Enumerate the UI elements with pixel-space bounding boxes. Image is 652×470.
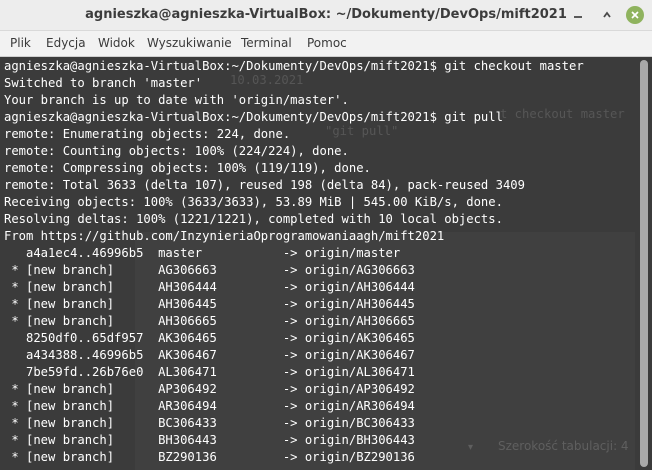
terminal-line: a4a1ec4..46996b5 master -> origin/master xyxy=(4,246,401,260)
terminal-line: remote: Counting objects: 100% (224/224)… xyxy=(4,144,349,158)
menu-wyszukiwanie[interactable]: Wyszukiwanie xyxy=(147,36,232,50)
menu-widok[interactable]: Widok xyxy=(98,36,135,50)
window-title: agnieszka@agnieszka-VirtualBox: ~/Dokume… xyxy=(85,7,567,22)
terminal-area[interactable]: 10.03.2021 t checkout master "git pull" … xyxy=(0,57,652,470)
terminal-line: 8250df0..65df957 AK306465 -> origin/AK30… xyxy=(4,331,415,345)
terminal-line: * [new branch] AH306445 -> origin/AH3064… xyxy=(4,297,415,311)
terminal-line: * [new branch] AH306665 -> origin/AH3066… xyxy=(4,314,415,328)
menu-edycja[interactable]: Edycja xyxy=(46,36,86,50)
menu-terminal[interactable]: Terminal xyxy=(241,36,292,50)
terminal-line: Resolving deltas: 100% (1221/1221), comp… xyxy=(4,212,503,226)
terminal-line: * [new branch] BZ290136 -> origin/BZ2901… xyxy=(4,450,415,464)
minimize-button[interactable] xyxy=(569,6,587,24)
terminal-window: agnieszka@agnieszka-VirtualBox: ~/Dokume… xyxy=(0,0,652,470)
minimize-icon xyxy=(574,16,582,18)
terminal-line: * [new branch] AG306663 -> origin/AG3066… xyxy=(4,263,415,277)
terminal-line: From https://github.com/InzynieriaOprogr… xyxy=(4,229,445,243)
terminal-line: * [new branch] AR306494 -> origin/AR3064… xyxy=(4,399,415,413)
terminal-line: remote: Total 3633 (delta 107), reused 1… xyxy=(4,178,525,192)
terminal-line: * [new branch] AP306492 -> origin/AP3064… xyxy=(4,382,415,396)
terminal-line: remote: Compressing objects: 100% (119/1… xyxy=(4,161,371,175)
terminal-line: agnieszka@agnieszka-VirtualBox:~/Dokumen… xyxy=(4,59,584,73)
close-button[interactable] xyxy=(626,6,644,24)
scrollbar-thumb[interactable] xyxy=(640,60,648,467)
terminal-line: agnieszka@agnieszka-VirtualBox:~/Dokumen… xyxy=(4,110,503,124)
terminal-line: * [new branch] BH306443 -> origin/BH3064… xyxy=(4,433,415,447)
terminal-line: Receiving objects: 100% (3633/3633), 53.… xyxy=(4,195,503,209)
close-icon xyxy=(631,11,639,19)
terminal-line: Your branch is up to date with 'origin/m… xyxy=(4,93,349,107)
terminal-line: a434388..46996b5 AK306467 -> origin/AK30… xyxy=(4,348,415,362)
terminal-scrollbar[interactable] xyxy=(637,57,652,470)
terminal-line: 7be59fd..26b76e0 AL306471 -> origin/AL30… xyxy=(4,365,415,379)
maximize-icon xyxy=(603,11,611,18)
terminal-line: * [new branch] BC306433 -> origin/BC3064… xyxy=(4,416,415,430)
terminal-line: * [new branch] AH306444 -> origin/AH3064… xyxy=(4,280,415,294)
terminal-line: remote: Enumerating objects: 224, done. xyxy=(4,127,291,141)
terminal-output: agnieszka@agnieszka-VirtualBox:~/Dokumen… xyxy=(4,58,636,466)
maximize-button[interactable] xyxy=(598,6,616,24)
title-bar[interactable]: agnieszka@agnieszka-VirtualBox: ~/Dokume… xyxy=(0,0,652,31)
menu-pomoc[interactable]: Pomoc xyxy=(307,36,347,50)
menu-plik[interactable]: Plik xyxy=(10,36,31,50)
terminal-line: Switched to branch 'master' xyxy=(4,76,203,90)
menu-bar: Plik Edycja Widok Wyszukiwanie Terminal … xyxy=(0,31,652,57)
